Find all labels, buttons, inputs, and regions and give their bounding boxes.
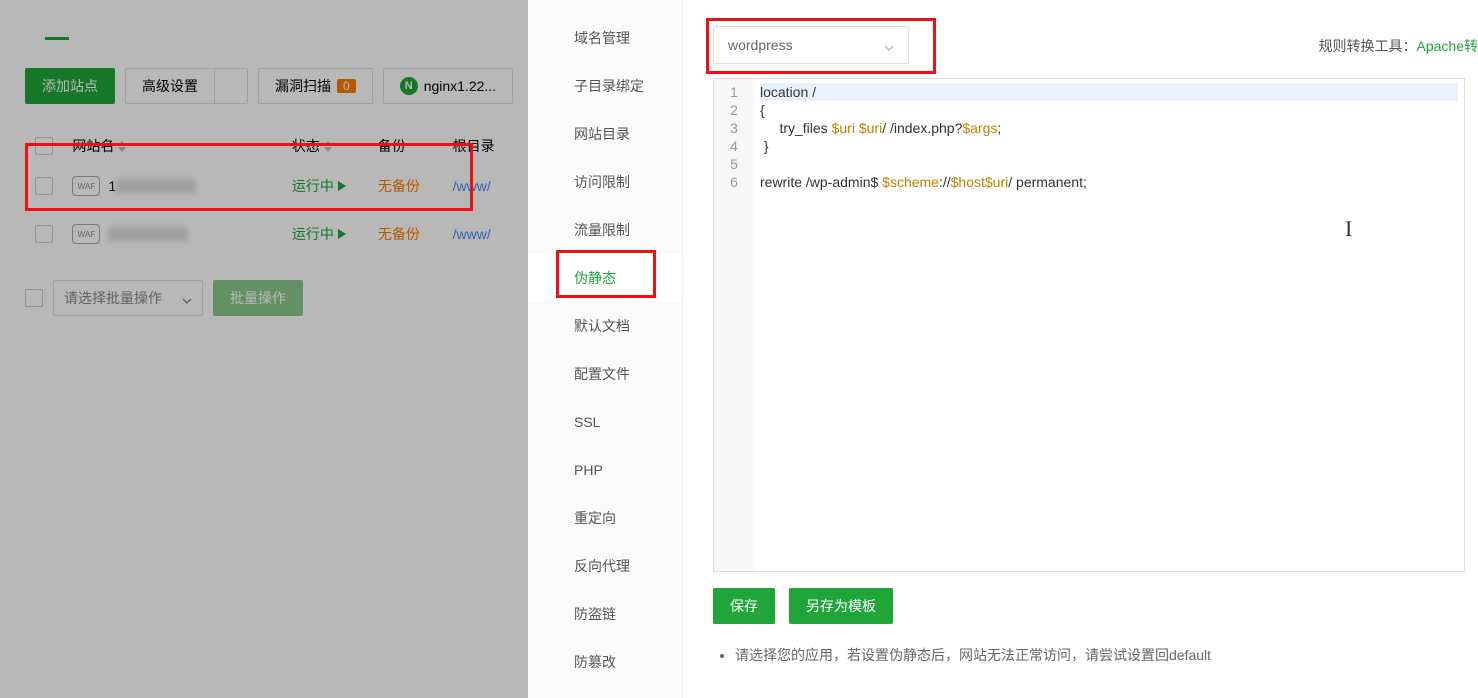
toolbar: 添加站点 高级设置 漏洞扫描 0 Nnginx1.22... (10, 68, 518, 104)
line-gutter: 123456 (714, 79, 754, 571)
nginx-icon: N (400, 77, 418, 95)
site-settings-modal: 域名管理子目录绑定网站目录访问限制流量限制伪静态默认文档配置文件SSLPHP重定… (528, 0, 1478, 698)
menu-item-10[interactable]: 重定向 (528, 494, 682, 542)
save-as-template-button[interactable]: 另存为模板 (789, 588, 893, 624)
save-button[interactable]: 保存 (713, 588, 775, 624)
nginx-label: nginx1.22... (424, 78, 496, 94)
template-select[interactable]: wordpress (713, 26, 909, 64)
table-header: 网站名 状态 备份 根目录 (25, 130, 518, 162)
menu-item-1[interactable]: 子目录绑定 (528, 62, 682, 110)
vuln-scan-label: 漏洞扫描 (275, 76, 331, 96)
col-name-label: 网站名 (72, 136, 114, 156)
batch-checkbox[interactable] (25, 289, 43, 307)
col-status[interactable]: 状态 (292, 136, 378, 156)
col-name[interactable]: 网站名 (72, 136, 292, 156)
status-running[interactable]: 运行中 (292, 176, 378, 196)
code-editor[interactable]: 123456 location / { try_files $uri $uri/… (713, 78, 1465, 572)
chevron-down-icon (884, 40, 894, 50)
tips-list: 请选择您的应用，若设置伪静态后，网站无法正常访问，请尝试设置回default (713, 644, 1478, 666)
background-page: 添加站点 高级设置 漏洞扫描 0 Nnginx1.22... 网站名 状态 备份 … (0, 0, 528, 698)
advanced-button[interactable]: 高级设置 (125, 68, 214, 104)
apache-convert-link[interactable]: Apache转 (1417, 38, 1478, 54)
table-row[interactable]: WAF 1 运行中 无备份 /www/ (25, 162, 518, 210)
sort-icon (118, 141, 126, 152)
tab-active[interactable] (45, 10, 69, 40)
waf-icon: WAF (72, 224, 100, 244)
menu-item-4[interactable]: 流量限制 (528, 206, 682, 254)
play-icon (338, 229, 346, 239)
blurred-text (108, 227, 188, 241)
menu-item-11[interactable]: 反向代理 (528, 542, 682, 590)
play-icon (338, 181, 346, 191)
table-row[interactable]: WAF 运行中 无备份 /www/ (25, 210, 518, 258)
status-running[interactable]: 运行中 (292, 224, 378, 244)
advanced-split-button[interactable]: 高级设置 (125, 68, 248, 104)
editor-buttons: 保存 另存为模板 (713, 588, 1478, 624)
root-link[interactable]: /www/ (453, 178, 518, 194)
menu-item-3[interactable]: 访问限制 (528, 158, 682, 206)
menu-item-7[interactable]: 配置文件 (528, 350, 682, 398)
row-checkbox[interactable] (35, 177, 53, 195)
nginx-button[interactable]: Nnginx1.22... (383, 68, 513, 104)
menu-item-2[interactable]: 网站目录 (528, 110, 682, 158)
backup-link[interactable]: 无备份 (378, 224, 453, 244)
code-content[interactable]: location / { try_files $uri $uri/ /index… (754, 79, 1464, 571)
batch-select[interactable]: 请选择批量操作 (53, 280, 203, 316)
col-root: 根目录 (453, 136, 518, 156)
menu-item-9[interactable]: PHP (528, 446, 682, 494)
col-status-label: 状态 (292, 136, 320, 156)
backup-link[interactable]: 无备份 (378, 176, 453, 196)
modal-side-menu: 域名管理子目录绑定网站目录访问限制流量限制伪静态默认文档配置文件SSLPHP重定… (528, 0, 683, 698)
convert-tool: 规则转换工具：Apache转 (1319, 36, 1478, 56)
chevron-down-icon (182, 293, 192, 303)
modal-content: wordpress 规则转换工具：Apache转 123456 location… (683, 0, 1478, 698)
waf-icon: WAF (72, 176, 100, 196)
convert-label-text: 规则转换工具： (1319, 38, 1417, 54)
menu-item-6[interactable]: 默认文档 (528, 302, 682, 350)
tip-item: 请选择您的应用，若设置伪静态后，网站无法正常访问，请尝试设置回default (735, 644, 1478, 666)
batch-placeholder: 请选择批量操作 (64, 288, 162, 308)
menu-item-0[interactable]: 域名管理 (528, 14, 682, 62)
batch-row: 请选择批量操作 批量操作 (10, 280, 518, 316)
menu-item-8[interactable]: SSL (528, 398, 682, 446)
vuln-scan-button[interactable]: 漏洞扫描 0 (258, 68, 373, 104)
sort-icon (324, 141, 332, 152)
row-checkbox[interactable] (35, 225, 53, 243)
text-cursor-icon: I (1345, 216, 1352, 242)
menu-item-5[interactable]: 伪静态 (528, 254, 682, 302)
root-link[interactable]: /www/ (453, 226, 518, 242)
menu-item-13[interactable]: 防篡改 (528, 638, 682, 686)
select-all-checkbox[interactable] (35, 137, 53, 155)
blurred-text (116, 179, 196, 193)
batch-button[interactable]: 批量操作 (213, 280, 303, 316)
menu-item-12[interactable]: 防盗链 (528, 590, 682, 638)
template-select-value: wordpress (728, 37, 793, 53)
col-backup: 备份 (378, 136, 453, 156)
tab-2[interactable] (89, 10, 113, 40)
status-label: 运行中 (292, 224, 334, 244)
page-tabs (10, 10, 518, 40)
site-table: 网站名 状态 备份 根目录 WAF 1 运行中 无备份 /www/ WAF 运行中… (10, 130, 518, 258)
add-site-button[interactable]: 添加站点 (25, 68, 115, 104)
site-name[interactable]: 1 (108, 178, 116, 194)
advanced-dropdown-icon[interactable] (214, 68, 248, 104)
vuln-count-badge: 0 (337, 79, 356, 93)
status-label: 运行中 (292, 176, 334, 196)
